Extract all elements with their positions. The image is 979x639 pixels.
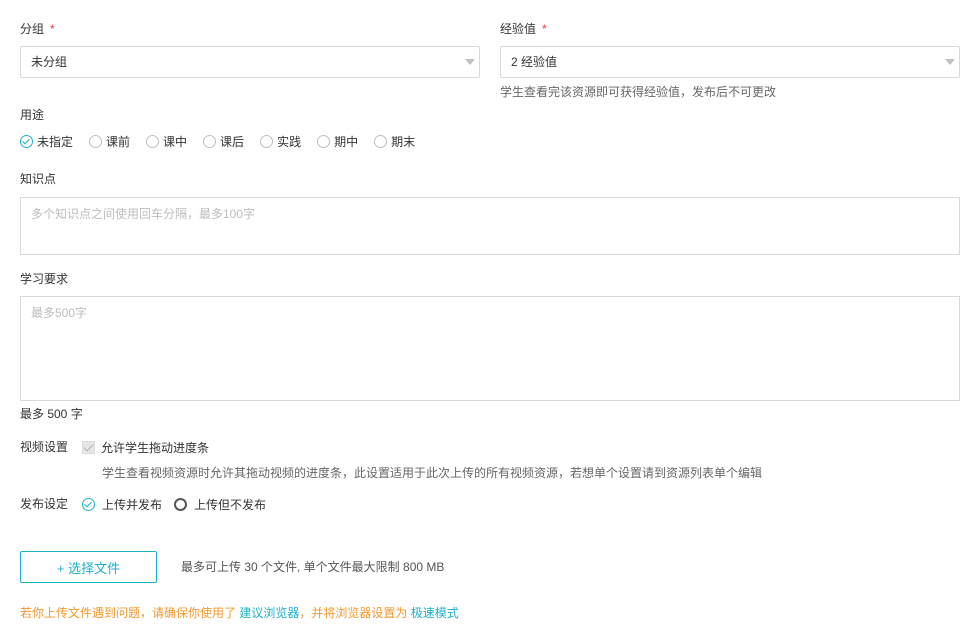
required-mark: * — [50, 22, 55, 36]
notice-prefix: 若你上传文件遇到问题，请确保你使用了 — [20, 606, 237, 620]
requirement-label: 学习要求 — [20, 272, 69, 286]
speed-mode-link[interactable]: 极速模式 — [411, 606, 459, 620]
experience-select[interactable]: 2 经验值 — [500, 46, 960, 78]
radio-icon — [89, 134, 103, 148]
radio-icon — [203, 134, 217, 148]
requirement-textarea[interactable]: 最多500字 — [20, 296, 960, 401]
usage-label: 用途 — [20, 108, 45, 122]
experience-label: 经验值 * — [500, 22, 547, 36]
chevron-down-icon — [465, 59, 475, 65]
notice-middle: ，并将浏览器设置为 — [299, 606, 408, 620]
browser-notice: 若你上传文件遇到问题，请确保你使用了 建议浏览器，并将浏览器设置为 极速模式 — [20, 605, 459, 621]
usage-option-unspecified[interactable]: 未指定 — [20, 133, 73, 150]
group-select[interactable]: 未分组 — [20, 46, 480, 78]
radio-checked-icon — [20, 134, 33, 148]
knowledge-placeholder: 多个知识点之间使用回车分隔，最多100字 — [31, 207, 256, 221]
experience-select-value: 2 经验值 — [511, 55, 558, 69]
publish-option-upload-publish[interactable]: 上传并发布 — [82, 496, 162, 513]
radio-icon — [146, 134, 160, 148]
required-mark: * — [542, 22, 547, 36]
radio-checked-icon — [82, 497, 95, 511]
knowledge-textarea[interactable]: 多个知识点之间使用回车分隔，最多100字 — [20, 197, 960, 255]
usage-option-practice[interactable]: 实践 — [260, 133, 301, 150]
publish-label: 发布设定 — [20, 497, 69, 511]
chevron-down-icon — [945, 59, 955, 65]
publish-radio-group: 上传并发布 上传但不发布 — [82, 496, 282, 512]
requirement-placeholder: 最多500字 — [31, 306, 88, 320]
radio-icon — [374, 134, 388, 148]
experience-hint: 学生查看完该资源即可获得经验值，发布后不可更改 — [500, 85, 777, 99]
radio-icon — [174, 497, 188, 511]
group-label: 分组 * — [20, 22, 55, 36]
usage-option-before-class[interactable]: 课前 — [89, 133, 130, 150]
recommended-browser-link[interactable]: 建议浏览器 — [239, 606, 299, 620]
usage-radio-group: 未指定 课前 课中 课后 实践 期中 期末 — [20, 133, 431, 149]
video-label: 视频设置 — [20, 440, 69, 454]
video-drag-checkbox[interactable]: 允许学生拖动进度条 — [82, 439, 209, 455]
usage-option-final[interactable]: 期末 — [374, 133, 415, 150]
usage-option-midterm[interactable]: 期中 — [317, 133, 358, 150]
knowledge-label: 知识点 — [20, 172, 57, 186]
usage-option-after-class[interactable]: 课后 — [203, 133, 244, 150]
usage-option-in-class[interactable]: 课中 — [146, 133, 187, 150]
radio-icon — [260, 134, 274, 148]
checkbox-checked-icon — [82, 440, 95, 454]
select-file-button[interactable]: + 选择文件 — [20, 551, 157, 583]
upload-limit-text: 最多可上传 30 个文件, 单个文件最大限制 800 MB — [181, 560, 445, 574]
group-select-value: 未分组 — [31, 55, 68, 69]
requirement-limit: 最多 500 字 — [20, 407, 83, 421]
publish-option-upload-no-publish[interactable]: 上传但不发布 — [174, 496, 266, 513]
radio-icon — [317, 134, 331, 148]
video-description: 学生查看视频资源时允许其拖动视频的进度条，此设置适用于此次上传的所有视频资源，若… — [102, 466, 763, 480]
